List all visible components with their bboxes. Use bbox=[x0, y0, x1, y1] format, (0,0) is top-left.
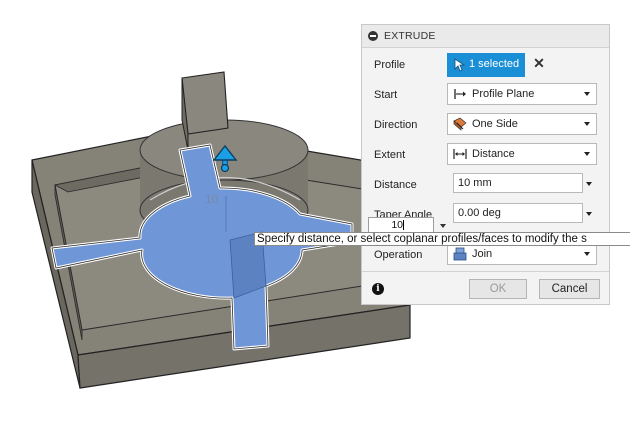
profile-selection-text: 1 selected bbox=[469, 58, 520, 70]
direction-select[interactable]: One Side bbox=[447, 113, 597, 135]
extent-select[interactable]: Distance bbox=[447, 143, 597, 165]
start-value: Profile Plane bbox=[472, 88, 535, 100]
operation-label: Operation bbox=[374, 249, 423, 261]
info-icon[interactable]: i bbox=[372, 283, 384, 295]
direction-value: One Side bbox=[472, 118, 518, 130]
distance-label: Distance bbox=[374, 179, 417, 191]
collapse-icon[interactable] bbox=[368, 31, 378, 41]
extent-label: Extent bbox=[374, 149, 406, 161]
start-label: Start bbox=[374, 89, 398, 101]
taper-dropdown-icon[interactable] bbox=[586, 212, 592, 216]
operation-select[interactable]: Join bbox=[447, 243, 597, 265]
join-icon bbox=[453, 247, 467, 261]
chevron-down-icon bbox=[584, 92, 590, 96]
ok-button[interactable]: OK bbox=[469, 279, 527, 299]
distance-input[interactable]: 10 mm bbox=[453, 173, 583, 193]
tooltip: Specify distance, or select coplanar pro… bbox=[254, 232, 630, 246]
canvas-distance-input[interactable]: 10 bbox=[368, 217, 434, 233]
chevron-down-icon bbox=[584, 252, 590, 256]
distance-dropdown-icon[interactable] bbox=[586, 182, 592, 186]
clear-selection-icon[interactable]: ✕ bbox=[532, 56, 546, 70]
chevron-down-icon bbox=[584, 152, 590, 156]
start-select[interactable]: Profile Plane bbox=[447, 83, 597, 105]
one-side-icon bbox=[453, 117, 467, 131]
profile-plane-icon bbox=[454, 89, 466, 99]
canvas-input-dropdown-icon[interactable] bbox=[440, 224, 446, 228]
profile-label: Profile bbox=[374, 59, 406, 71]
divider bbox=[362, 271, 609, 272]
cancel-button[interactable]: Cancel bbox=[539, 279, 600, 299]
taper-angle-value: 0.00 deg bbox=[458, 207, 501, 219]
profile-selection-button[interactable]: 1 selected bbox=[447, 53, 525, 77]
operation-value: Join bbox=[472, 248, 493, 260]
direction-label: Direction bbox=[374, 119, 418, 131]
chevron-down-icon bbox=[584, 122, 590, 126]
distance-value: 10 mm bbox=[458, 177, 492, 189]
extent-value: Distance bbox=[472, 148, 515, 160]
dimension-label: 10 bbox=[205, 192, 219, 206]
dialog-header[interactable]: EXTRUDE bbox=[362, 25, 609, 48]
taper-angle-input[interactable]: 0.00 deg bbox=[453, 203, 583, 223]
extrude-dialog[interactable]: EXTRUDE Profile 1 selected ✕ Start Profi… bbox=[361, 24, 610, 305]
distance-extent-icon bbox=[453, 149, 467, 159]
canvas-viewport[interactable]: 10 EXTRUDE Profile 1 selected ✕ Start Pr… bbox=[0, 0, 630, 421]
dialog-title: EXTRUDE bbox=[384, 30, 436, 42]
cursor-arrow-icon bbox=[454, 58, 466, 72]
